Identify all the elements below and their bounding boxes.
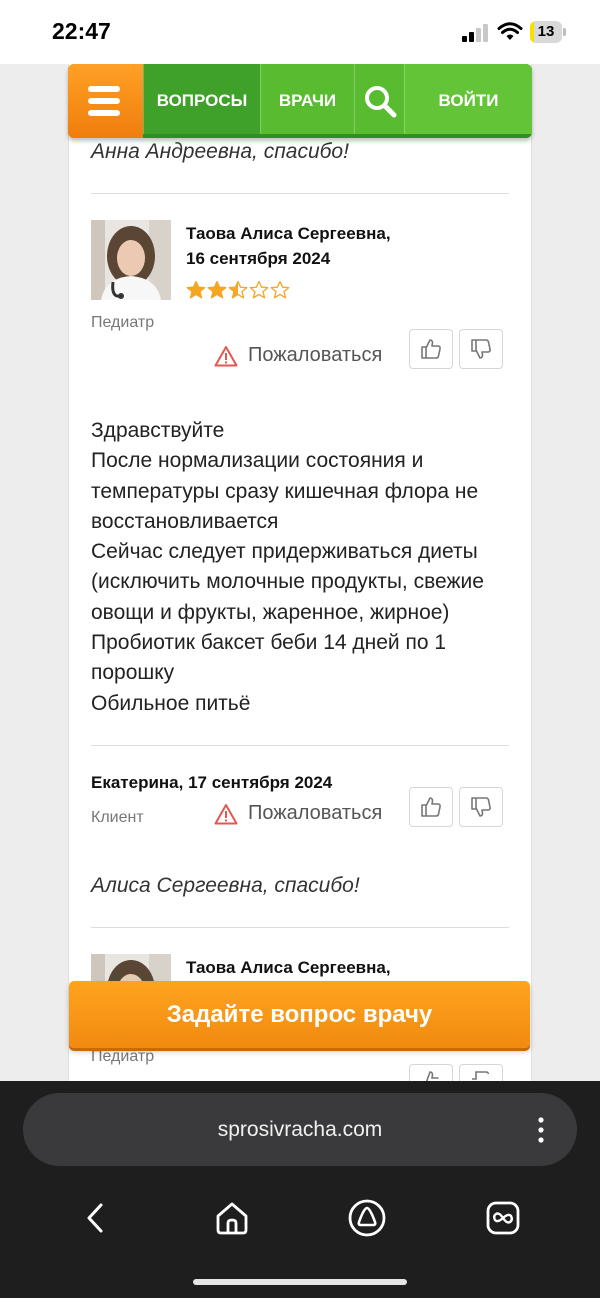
- answer-line: Обильное питьё: [91, 691, 251, 715]
- thumbs-down-icon: [472, 1071, 490, 1080]
- star-icon: [270, 280, 290, 299]
- divider: [91, 193, 509, 194]
- thumbs-up-icon: [421, 797, 441, 817]
- doctor-role: Педиатр: [91, 314, 155, 331]
- ask-doctor-button[interactable]: Задайте вопрос врачу: [69, 981, 530, 1048]
- complain-button[interactable]: Пожаловаться: [214, 344, 382, 367]
- top-navigation: ВОПРОСЫ ВРАЧИ ВОЙТИ: [68, 64, 532, 138]
- doctor-avatar[interactable]: [91, 220, 171, 300]
- dislike-button[interactable]: [459, 329, 503, 369]
- browser-toolbar: sprosivracha.com: [0, 1081, 600, 1298]
- home-button[interactable]: [212, 1198, 252, 1238]
- home-icon: [216, 1202, 248, 1235]
- answer-line: Сейчас следует придерживаться диеты (иск…: [91, 540, 484, 624]
- tabs-button[interactable]: [483, 1198, 523, 1238]
- battery-level: 13: [537, 23, 555, 40]
- warning-icon: [214, 345, 238, 366]
- nav-questions[interactable]: ВОПРОСЫ: [143, 64, 260, 138]
- status-time: 22:47: [52, 18, 111, 44]
- dislike-button[interactable]: [459, 787, 503, 827]
- answer-line: Здравствуйте: [91, 419, 225, 442]
- star-icon: [249, 280, 269, 299]
- thumbs-down-icon: [471, 797, 491, 817]
- wifi-icon: [497, 22, 523, 40]
- nav-underline: [143, 134, 532, 138]
- answer-line: Пробиотик баксет беби 14 дней по 1 порош…: [91, 631, 447, 685]
- like-button[interactable]: [409, 329, 453, 369]
- doctor-role: Педиатр: [91, 1048, 155, 1065]
- star-icon: [207, 280, 227, 299]
- nav-doctors[interactable]: ВРАЧИ: [260, 64, 354, 138]
- doctor-photo: [91, 220, 171, 300]
- client-role: Клиент: [91, 809, 144, 826]
- status-bar: 22:47 13: [0, 0, 600, 64]
- previous-message-text: Анна Андреевна, спасибо!: [91, 140, 349, 163]
- thumbs-up-icon: [425, 1071, 439, 1081]
- more-options-icon[interactable]: [538, 1117, 544, 1143]
- answer-date: 16 сентября 2024: [186, 249, 331, 268]
- home-indicator[interactable]: [193, 1279, 407, 1285]
- rating-stars: [186, 280, 290, 300]
- search-icon: [364, 86, 396, 118]
- chevron-left-icon: [87, 1203, 103, 1233]
- like-button[interactable]: [409, 1064, 453, 1081]
- complain-button[interactable]: Пожаловаться: [214, 802, 382, 825]
- complain-label: Пожаловаться: [248, 802, 383, 824]
- thumbs-down-icon: [471, 339, 491, 359]
- complain-label: Пожаловаться: [248, 344, 383, 366]
- star-icon: [228, 280, 248, 299]
- tabs-icon: [486, 1201, 520, 1235]
- back-button[interactable]: [75, 1198, 115, 1238]
- nav-login[interactable]: ВОЙТИ: [404, 64, 532, 138]
- alice-assistant-icon: [348, 1199, 386, 1237]
- doctor-answer-text: Здравствуйте После нормализации состояни…: [91, 416, 516, 719]
- star-icon: [186, 280, 206, 299]
- like-button[interactable]: [409, 787, 453, 827]
- assistant-button[interactable]: [347, 1198, 387, 1238]
- doctor-name[interactable]: Таова Алиса Сергеевна,: [186, 221, 391, 246]
- answer-line: После нормализации состояния и температу…: [91, 449, 479, 533]
- menu-button[interactable]: [68, 64, 143, 138]
- search-button[interactable]: [354, 64, 404, 138]
- divider: [91, 745, 509, 746]
- url-text: sprosivracha.com: [217, 1118, 383, 1141]
- thumbs-up-icon: [421, 339, 441, 359]
- dislike-button[interactable]: [459, 1064, 503, 1081]
- divider: [91, 927, 509, 928]
- battery-icon: 13: [530, 21, 566, 43]
- client-message-text: Алиса Сергеевна, спасибо!: [91, 874, 360, 897]
- warning-icon: [214, 803, 238, 824]
- client-name-date: Екатерина, 17 сентября 2024: [91, 773, 333, 792]
- address-bar[interactable]: sprosivracha.com: [23, 1093, 577, 1166]
- cellular-signal-icon: [462, 24, 490, 42]
- doctor-name[interactable]: Таова Алиса Сергеевна,: [186, 955, 391, 980]
